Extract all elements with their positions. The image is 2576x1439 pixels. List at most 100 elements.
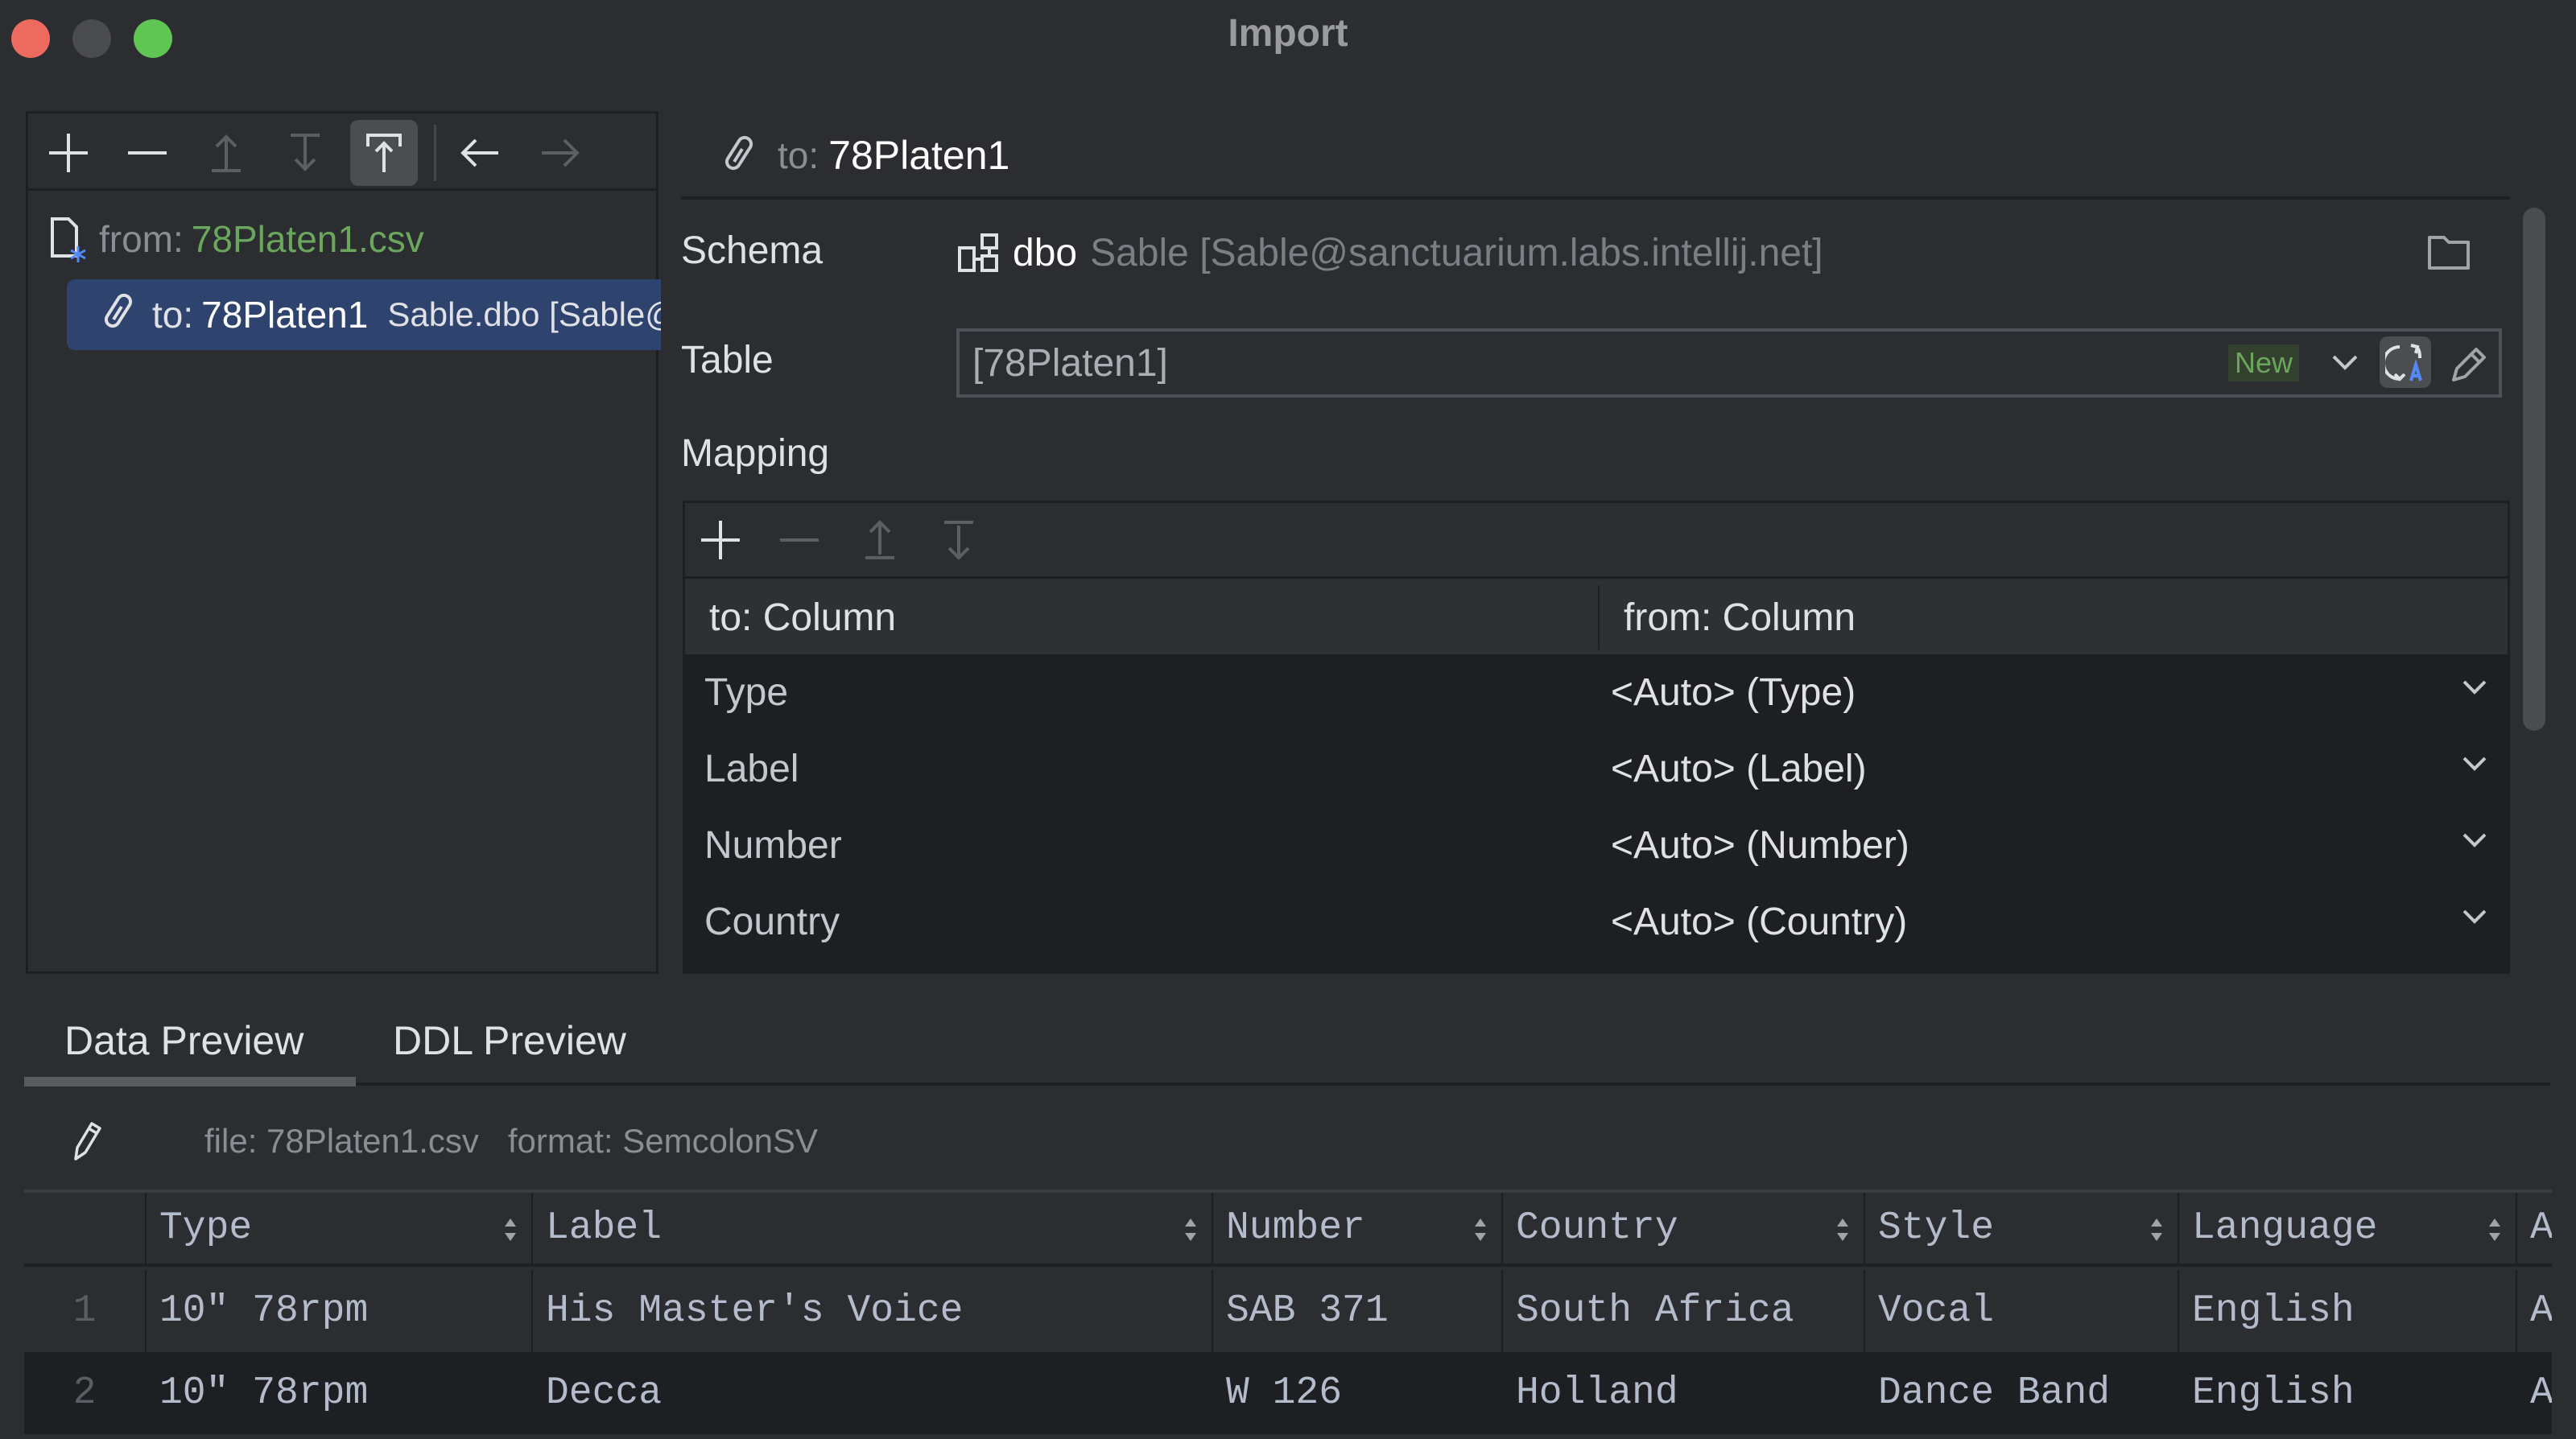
move-down-icon	[944, 521, 973, 560]
browse-schema-button[interactable]	[2425, 227, 2473, 275]
row-number: 1	[72, 1289, 97, 1333]
move-mapping-up-button[interactable]	[856, 516, 904, 564]
back-button[interactable]	[447, 120, 514, 186]
source-prefix: from:	[99, 218, 184, 260]
mapping-row[interactable]: Number <Auto> (Number)	[685, 807, 2508, 884]
chevron-down-icon	[2462, 833, 2487, 847]
forward-button[interactable]	[526, 120, 593, 186]
target-location: Sable.dbo [Sable@sanctuarium.labs.intell…	[387, 295, 661, 333]
add-button[interactable]	[35, 120, 102, 186]
from-column-select[interactable]: <Auto> (Label)	[1611, 731, 2496, 807]
column-header-style[interactable]: Style	[1864, 1193, 2178, 1264]
pencil-icon	[2452, 348, 2486, 381]
table-name-input[interactable]	[972, 332, 2180, 394]
file-format-info: format: SemcolonSV	[507, 1122, 819, 1160]
tree-item-target[interactable]: to: 78Platen1 Sable.dbo [Sable@sanctuari…	[67, 279, 661, 350]
file-info: file: 78Platen1.csv format: SemcolonSV	[204, 1119, 818, 1164]
toolbar-separator	[434, 125, 436, 181]
from-column-select[interactable]: <Auto> (Country)	[1611, 884, 2496, 960]
remove-button[interactable]	[114, 120, 181, 186]
cell-type[interactable]: 10" 78rpm	[145, 1352, 531, 1434]
header-divider	[1598, 585, 1600, 649]
cell-language[interactable]: English	[2178, 1352, 2516, 1434]
sort-icon	[505, 1218, 516, 1241]
edit-table-button[interactable]	[2446, 340, 2494, 388]
column-header-text: Country	[1516, 1206, 1678, 1250]
move-down-button[interactable]	[271, 120, 339, 186]
target-header-name: 78Platen1	[828, 133, 1010, 178]
table-dropdown-button[interactable]	[2325, 343, 2365, 383]
sort-icon	[2489, 1218, 2500, 1241]
target-name: 78Platen1	[201, 294, 369, 336]
cell-truncated[interactable]: Ac	[2516, 1270, 2552, 1352]
source-file-name: 78Platen1.csv	[191, 218, 424, 260]
edit-format-button[interactable]	[63, 1114, 111, 1165]
mapping-row[interactable]: Country <Auto> (Country)	[685, 884, 2508, 960]
folder-icon	[2428, 236, 2470, 270]
mapping-rows: Type <Auto> (Type) Label <Auto> (Label) …	[685, 654, 2508, 971]
form-scrollbar[interactable]	[2523, 208, 2545, 731]
cell-truncated[interactable]: A'	[2516, 1352, 2552, 1434]
from-column-header[interactable]: from: Column	[1624, 580, 1856, 654]
row-number: 2	[72, 1371, 97, 1415]
back-arrow-icon	[460, 138, 498, 167]
column-header-language[interactable]: Language	[2178, 1193, 2516, 1264]
schema-location: Sable [Sable@sanctuarium.labs.intellij.n…	[1090, 231, 1823, 274]
move-to-top-button[interactable]	[350, 120, 418, 186]
selected-tab-indicator	[24, 1077, 356, 1086]
tree-item-source[interactable]: from: 78Platen1.csv	[46, 215, 424, 263]
tab-data-preview[interactable]: Data Preview	[64, 1012, 303, 1069]
cell-style[interactable]: Vocal	[1864, 1270, 2178, 1352]
to-column-name[interactable]: Label	[704, 731, 799, 807]
column-header-text: Type	[159, 1206, 253, 1250]
remove-icon	[780, 538, 819, 542]
target-prefix: to:	[152, 294, 194, 336]
chevron-down-icon	[2332, 355, 2358, 370]
column-header-text: Style	[1878, 1206, 1995, 1250]
cell-style[interactable]: Dance Band	[1864, 1352, 2178, 1434]
to-column-name[interactable]: Number	[704, 807, 842, 884]
schema-label: Schema	[681, 229, 824, 272]
to-column-name[interactable]: Type	[704, 654, 788, 731]
cell-country[interactable]: Holland	[1501, 1352, 1864, 1434]
cell-country[interactable]: South Africa	[1501, 1270, 1864, 1352]
sort-icon	[1837, 1218, 1848, 1241]
schema-icon	[958, 233, 998, 272]
remove-mapping-button[interactable]	[775, 516, 824, 564]
column-header-type[interactable]: Type	[145, 1193, 531, 1264]
cell-language[interactable]: English	[2178, 1270, 2516, 1352]
header-divider	[681, 196, 2510, 200]
tab-ddl-preview[interactable]: DDL Preview	[393, 1012, 626, 1069]
schema-selector[interactable]: dbo Sable [Sable@sanctuarium.labs.intell…	[956, 229, 1823, 277]
mapping-row[interactable]: Type <Auto> (Type)	[685, 654, 2508, 731]
move-up-icon	[212, 134, 241, 172]
cell-type[interactable]: 10" 78rpm	[145, 1270, 531, 1352]
cell-number[interactable]: SAB 371	[1212, 1270, 1501, 1352]
table-name-field[interactable]: New	[956, 328, 2502, 398]
column-header-text: Language	[2192, 1206, 2378, 1250]
window-title: Import	[1228, 12, 1348, 55]
table-label: Table	[681, 339, 774, 381]
from-column-select[interactable]: <Auto> (Type)	[1611, 654, 2496, 731]
cell-label[interactable]: Decca	[531, 1352, 1212, 1434]
mapping-header: to: Column from: Column	[685, 580, 2508, 654]
table-row[interactable]: 2 10" 78rpm Decca W 126 Holland Dance Ba…	[24, 1352, 2552, 1434]
to-column-header[interactable]: to: Column	[709, 580, 896, 654]
column-header-truncated[interactable]: A	[2516, 1193, 2552, 1264]
cell-number[interactable]: W 126	[1212, 1352, 1501, 1434]
cell-label[interactable]: His Master's Voice	[531, 1270, 1212, 1352]
mapping-row[interactable]: Label <Auto> (Label)	[685, 731, 2508, 807]
move-mapping-down-button[interactable]	[935, 516, 983, 564]
new-table-badge: New	[2228, 344, 2300, 381]
move-up-button[interactable]	[192, 120, 260, 186]
column-header-country[interactable]: Country	[1501, 1193, 1864, 1264]
to-column-name[interactable]: Country	[704, 884, 840, 960]
tabs-divider	[356, 1082, 2550, 1086]
from-column-select[interactable]: <Auto> (Number)	[1611, 807, 2496, 884]
column-header-number[interactable]: Number	[1212, 1193, 1501, 1264]
sync-name-case-button[interactable]	[2380, 336, 2431, 388]
add-mapping-button[interactable]	[696, 516, 745, 564]
column-header-label[interactable]: Label	[531, 1193, 1212, 1264]
data-preview-grid: Type Label Number Country Style Language…	[24, 1190, 2552, 1439]
table-row[interactable]: 1 10" 78rpm His Master's Voice SAB 371 S…	[24, 1270, 2552, 1352]
